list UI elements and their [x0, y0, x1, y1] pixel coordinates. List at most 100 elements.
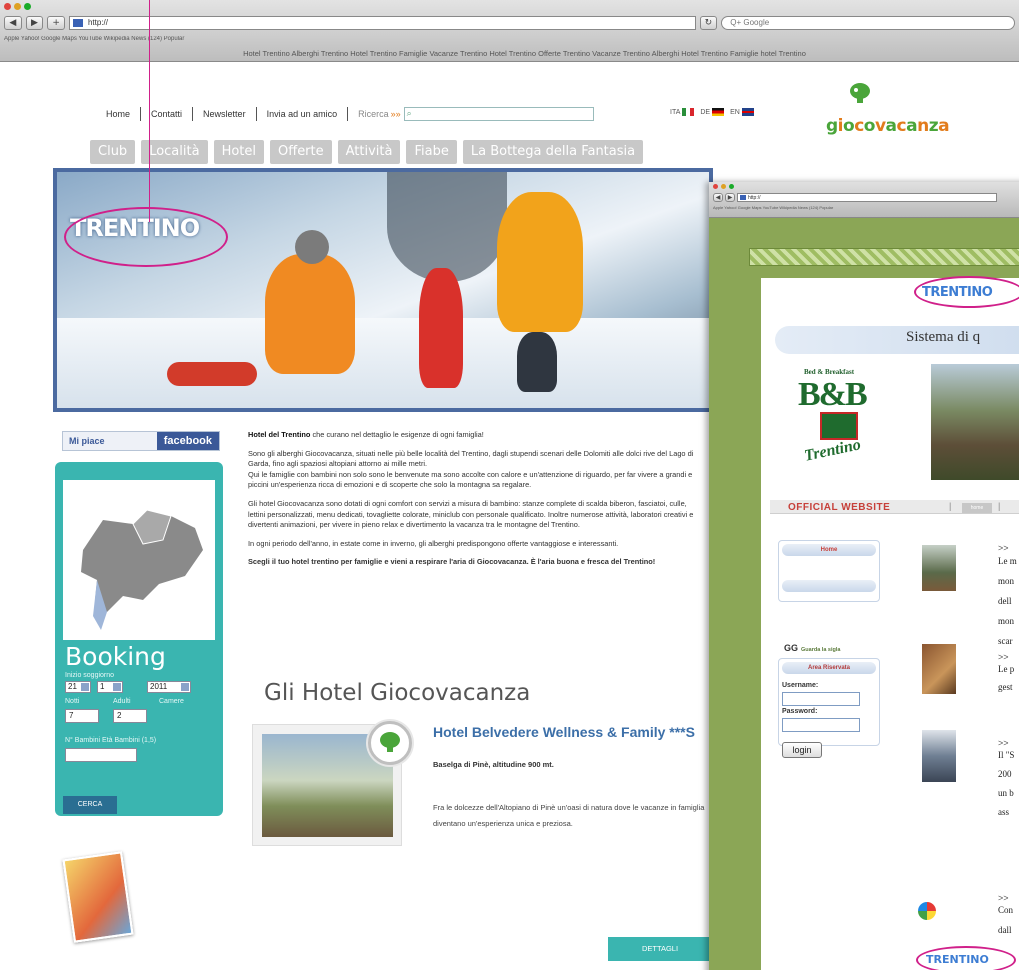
hotel-location: Baselga di Pinè, altitudine 900 mt.: [433, 760, 554, 769]
menu-fiabe[interactable]: Fiabe: [406, 140, 457, 164]
intro-text: Hotel del Trentino che curano nel dettag…: [248, 430, 706, 576]
hotel-description: Fra le dolcezze dell'Altopiano di Pinè u…: [433, 803, 705, 828]
start-date-label: Inizio soggiorno: [65, 672, 115, 679]
hero-snow: [57, 318, 709, 408]
month-select[interactable]: 1: [97, 681, 123, 693]
skier-figure: [497, 192, 583, 332]
nights-input[interactable]: 7: [65, 709, 99, 723]
search-icon: ⌕: [406, 108, 412, 118]
second-zoom-button[interactable]: [729, 184, 734, 189]
google-search-field[interactable]: Q+ Google: [721, 16, 1015, 30]
nav-divider: [255, 107, 257, 121]
rooms-label: Camere: [159, 698, 184, 705]
search-button[interactable]: CERCA: [63, 796, 117, 814]
menu-localita[interactable]: Località: [141, 140, 208, 164]
second-minimize-button[interactable]: [721, 184, 726, 189]
second-content-area: [761, 278, 1019, 970]
booking-panel: Booking Inizio soggiorno 21 1 2011 Notti…: [55, 462, 223, 816]
intro-p3: Qui le famiglie con bambini non solo son…: [248, 469, 693, 490]
pattern-strip: [749, 248, 1019, 266]
menu-offerte[interactable]: Offerte: [270, 140, 332, 164]
nav-divider: [192, 107, 194, 121]
lang-en-label: EN: [730, 108, 740, 116]
menu-club[interactable]: Club: [90, 140, 136, 164]
second-window-controls: [713, 184, 734, 189]
germany-flag-icon: [712, 108, 725, 116]
children-input[interactable]: [65, 748, 137, 762]
lang-ita[interactable]: ITA: [670, 108, 695, 116]
top-navigation: Home Contatti Newsletter Invia ad un ami…: [106, 107, 594, 121]
intro-p2: Sono gli alberghi Giocovacanza, situati …: [248, 448, 694, 469]
language-switcher: ITA DE EN: [670, 108, 754, 116]
hat-badge-icon: [380, 732, 400, 752]
uk-flag-icon: [741, 108, 754, 116]
adults-label: Adulti: [113, 698, 131, 705]
hotels-heading: Gli Hotel Giocovacanza: [264, 680, 531, 706]
giocovacanza-logo[interactable]: giocovacanza: [826, 82, 976, 142]
hero-trees: [387, 172, 507, 282]
catalog-thumbnail[interactable]: [62, 851, 134, 943]
second-browser-window: ◀ ▶ http:// Apple Yahoo! Google Maps You…: [709, 182, 1019, 970]
booking-title: Booking: [65, 642, 166, 671]
green-side-background: [709, 218, 761, 970]
second-browser-toolbar: ◀ ▶ http:// Apple Yahoo! Google Maps You…: [709, 182, 1019, 218]
second-close-button[interactable]: [713, 184, 718, 189]
year-select[interactable]: 2011: [147, 681, 191, 693]
nav-contatti[interactable]: Contatti: [151, 109, 182, 119]
add-bookmark-button[interactable]: +: [47, 16, 65, 30]
facebook-like-box[interactable]: Mi piace facebook: [62, 431, 220, 451]
intro-p1-bold: Hotel del Trentino: [248, 430, 311, 439]
hero-banner: [53, 168, 713, 412]
adult-hat: [295, 230, 329, 264]
nav-divider: [140, 107, 142, 121]
nav-invia-amico[interactable]: Invia ad un amico: [267, 109, 338, 119]
window-controls: [4, 3, 31, 10]
details-button[interactable]: DETTAGLI: [608, 937, 712, 961]
second-back-button[interactable]: ◀: [713, 193, 723, 202]
intro-p5: In ogni periodo dell'anno, in estate com…: [248, 538, 619, 548]
adults-input[interactable]: 2: [113, 709, 147, 723]
reload-icon[interactable]: ↻: [699, 16, 718, 30]
trentino-map[interactable]: [63, 480, 215, 640]
search-label: Ricerca: [358, 109, 389, 119]
close-window-button[interactable]: [4, 3, 11, 10]
second-favicon-icon: [740, 195, 746, 200]
search-arrow-icon: »»: [390, 109, 401, 119]
lang-de-label: DE: [700, 108, 711, 116]
menu-attivita[interactable]: Attività: [337, 140, 401, 164]
lang-en[interactable]: EN: [730, 108, 754, 116]
zoom-window-button[interactable]: [24, 3, 31, 10]
forward-button[interactable]: ▶: [25, 16, 44, 30]
menu-bottega[interactable]: La Bottega della Fantasia: [462, 140, 644, 164]
nav-home[interactable]: Home: [106, 109, 130, 119]
minimize-window-button[interactable]: [14, 3, 21, 10]
lang-ita-label: ITA: [670, 108, 681, 116]
nav-newsletter[interactable]: Newsletter: [203, 109, 246, 119]
intro-p6: Scegli il tuo hotel trentino per famigli…: [248, 557, 656, 567]
bookmarks-bar[interactable]: Apple Yahoo! Google Maps YouTube Wikiped…: [4, 36, 1019, 46]
region-map-icon: [81, 509, 203, 630]
facebook-like-label: Mi piace: [69, 436, 105, 446]
second-address-text: http://: [748, 195, 761, 201]
skier-legs: [517, 332, 557, 392]
brand-wordmark: giocovacanza: [826, 116, 950, 136]
second-forward-button[interactable]: ▶: [725, 193, 735, 202]
back-button[interactable]: ◀: [4, 16, 22, 30]
lang-de[interactable]: DE: [700, 108, 725, 116]
adult-figure: [265, 254, 355, 374]
child-figure: [419, 268, 463, 388]
address-bar[interactable]: http://: [68, 16, 696, 30]
giocovacanza-badge-icon: [368, 721, 412, 765]
favicon-icon: [72, 19, 83, 27]
second-bookmarks-bar[interactable]: Apple Yahoo! Google Maps YouTube Wikiped…: [713, 205, 1019, 215]
site-search-input[interactable]: ⌕: [403, 107, 594, 121]
navigation-row: ◀ ▶ + http:// ↻ Q+ Google: [4, 14, 1015, 32]
nights-label: Notti: [65, 698, 80, 705]
hotel-name-link[interactable]: Hotel Belvedere Wellness & Family ***S: [433, 724, 723, 741]
green-hat-icon: [850, 83, 870, 103]
second-address-bar[interactable]: http://: [737, 193, 997, 202]
menu-hotel[interactable]: Hotel: [213, 140, 264, 164]
italy-flag-icon: [682, 108, 695, 116]
children-label: N° Bambini Età Bambini (1,5): [65, 737, 157, 744]
day-select[interactable]: 21: [65, 681, 91, 693]
